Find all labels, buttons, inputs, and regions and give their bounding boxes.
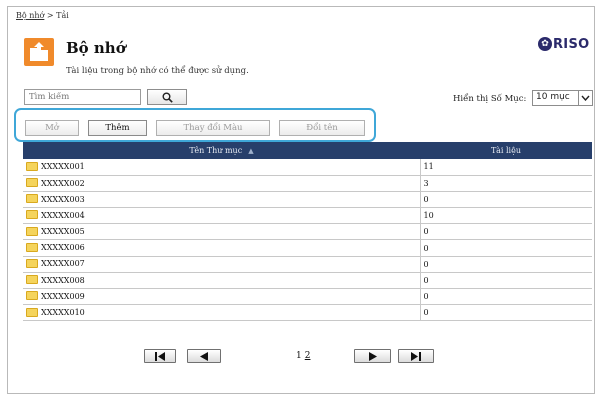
breadcrumb-current: Tải	[56, 11, 69, 20]
previous-page-button[interactable]	[187, 349, 221, 363]
folder-icon	[26, 275, 38, 285]
folder-name: XXXXX001	[41, 162, 85, 172]
first-page-icon	[155, 351, 165, 361]
table-row[interactable]: XXXXX004 10	[23, 207, 592, 225]
table-row[interactable]: XXXXX009 0	[23, 288, 592, 306]
breadcrumb-separator: >	[46, 11, 54, 20]
last-page-button[interactable]	[398, 349, 434, 363]
document-count-cell: 0	[420, 288, 592, 306]
folder-icon	[26, 242, 38, 252]
table-row[interactable]: XXXXX010 0	[23, 304, 592, 322]
table-row[interactable]: XXXXX003 0	[23, 191, 592, 209]
search-input[interactable]	[24, 89, 141, 105]
folder-name-cell: XXXXX007	[23, 256, 421, 273]
last-page-icon	[411, 351, 421, 361]
folder-name: XXXXX006	[41, 243, 85, 253]
folder-icon	[26, 226, 38, 236]
folder-name: XXXXX010	[41, 308, 85, 318]
breadcrumb-root-link[interactable]: Bộ nhớ	[16, 11, 44, 20]
folder-name-cell: XXXXX004	[23, 207, 421, 225]
page-description: Tài liệu trong bộ nhớ có thể được sử dụn…	[66, 66, 249, 76]
first-page-button[interactable]	[144, 349, 176, 363]
folder-icon	[26, 178, 38, 188]
page-numbers: 12	[296, 351, 310, 361]
rename-button[interactable]: Đổi tên	[279, 120, 365, 136]
page-link[interactable]: 2	[305, 351, 311, 361]
folder-name: XXXXX007	[41, 259, 85, 269]
folder-name: XXXXX005	[41, 227, 85, 237]
folder-name-cell: XXXXX005	[23, 223, 421, 241]
folder-table: Tên Thư mục ▲ Tài liệu XXXXX001 11 XXXXX00…	[23, 142, 592, 322]
display-count-label: Hiển thị Số Mục:	[453, 94, 527, 104]
folder-name-cell: XXXXX001	[23, 159, 421, 176]
document-count-cell: 0	[420, 223, 592, 241]
folder-icon	[26, 307, 38, 317]
open-button[interactable]: Mở	[25, 120, 79, 136]
chevron-down-icon	[578, 91, 592, 105]
folder-icon	[26, 291, 38, 301]
search-icon	[162, 92, 173, 103]
folder-icon	[26, 258, 38, 268]
folder-icon	[26, 210, 38, 220]
table-row[interactable]: XXXXX006 0	[23, 239, 592, 257]
document-count-cell: 0	[420, 256, 592, 273]
folder-name: XXXXX008	[41, 275, 85, 285]
folder-upload-icon	[24, 38, 54, 66]
search-button[interactable]	[147, 89, 187, 105]
sort-ascending-icon: ▲	[248, 147, 254, 155]
folder-name-cell: XXXXX009	[23, 288, 421, 306]
table-row[interactable]: XXXXX002 3	[23, 175, 592, 192]
display-count-value: 10 mục	[536, 92, 570, 102]
folder-name: XXXXX003	[41, 194, 85, 204]
folder-name-cell: XXXXX008	[23, 272, 421, 290]
table-row[interactable]: XXXXX001 11	[23, 159, 592, 176]
folder-name: XXXXX004	[41, 210, 85, 220]
column-header-documents[interactable]: Tài liệu	[420, 142, 592, 159]
folder-name-cell: XXXXX010	[23, 304, 421, 322]
folder-name: XXXXX002	[41, 178, 85, 188]
folder-icon	[26, 194, 38, 204]
folder-name-cell: XXXXX002	[23, 175, 421, 192]
folder-name: XXXXX009	[41, 291, 85, 301]
table-row[interactable]: XXXXX007 0	[23, 256, 592, 273]
column-header-folder-name-label: Tên Thư mục	[189, 146, 243, 155]
riso-logo-mark: ✿	[538, 37, 552, 51]
previous-page-icon	[200, 351, 208, 361]
column-header-folder-name[interactable]: Tên Thư mục ▲	[23, 142, 420, 159]
table-header-row: Tên Thư mục ▲ Tài liệu	[23, 142, 592, 159]
table-row[interactable]: XXXXX005 0	[23, 223, 592, 241]
riso-logo-text: RISO	[553, 36, 590, 52]
page-title: Bộ nhớ	[66, 39, 126, 57]
next-page-button[interactable]	[354, 349, 391, 363]
table-row[interactable]: XXXXX008 0	[23, 272, 592, 290]
riso-logo: ✿ RISO	[538, 36, 589, 52]
folder-icon	[26, 161, 38, 171]
display-count-select[interactable]: 10 mục	[532, 90, 593, 106]
breadcrumb: Bộ nhớ > Tải	[16, 11, 69, 20]
change-color-button[interactable]: Thay đổi Màu	[156, 120, 270, 136]
document-count-cell: 0	[420, 272, 592, 290]
document-count-cell: 0	[420, 304, 592, 322]
folder-name-cell: XXXXX006	[23, 239, 421, 257]
current-page: 1	[296, 351, 302, 361]
document-count-cell: 0	[420, 191, 592, 209]
document-count-cell: 3	[420, 175, 592, 192]
add-button[interactable]: Thêm	[88, 120, 147, 136]
document-count-cell: 10	[420, 207, 592, 225]
folder-name-cell: XXXXX003	[23, 191, 421, 209]
document-count-cell: 11	[420, 159, 592, 176]
next-page-icon	[368, 351, 377, 361]
document-count-cell: 0	[420, 239, 592, 257]
